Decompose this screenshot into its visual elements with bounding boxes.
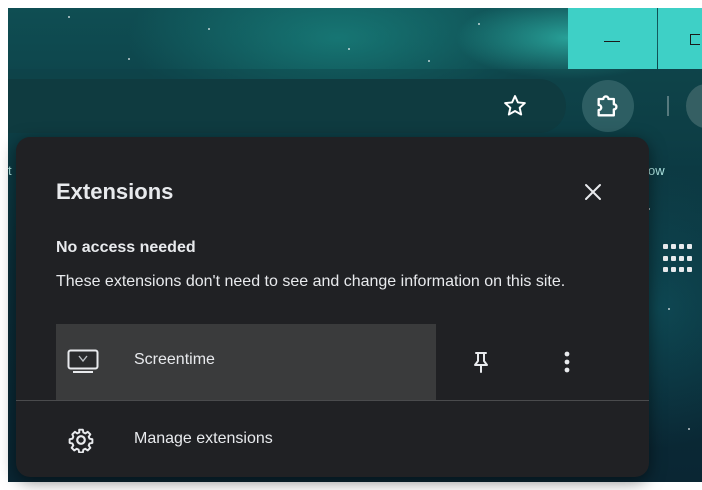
popup-title: Extensions: [56, 179, 174, 204]
bookmark-star-button[interactable]: [500, 91, 530, 121]
restore-button[interactable]: [658, 8, 702, 69]
toolbar-divider: [667, 96, 669, 116]
extension-name: Screentime: [134, 351, 215, 368]
close-button[interactable]: [577, 176, 609, 208]
address-bar[interactable]: [8, 79, 566, 133]
more-vert-icon: [564, 351, 570, 373]
browser-window: ow t Extensions No access needed These e…: [0, 0, 702, 490]
puzzle-piece-icon: [597, 95, 618, 117]
more-options-button[interactable]: [551, 346, 583, 378]
extensions-popup: Extensions No access needed These extens…: [16, 137, 649, 477]
bookmark-item-fragment[interactable]: ow: [648, 163, 665, 178]
star-outline-icon: [504, 95, 526, 116]
manage-extensions-button[interactable]: Manage extensions: [16, 401, 649, 477]
apps-grid-icon[interactable]: [663, 244, 695, 276]
manage-extensions-label: Manage extensions: [134, 430, 273, 447]
pin-icon: [474, 352, 488, 373]
pin-button[interactable]: [465, 346, 497, 378]
bookmark-item-fragment-left[interactable]: t: [8, 163, 12, 178]
extension-row: Screentime: [16, 324, 649, 400]
section-description: These extensions don't need to see and c…: [56, 273, 566, 290]
section-heading: No access needed: [56, 239, 196, 256]
extension-item-screentime[interactable]: [56, 324, 436, 400]
gear-icon: [66, 425, 96, 455]
close-icon: [585, 184, 601, 200]
restore-icon: [690, 34, 700, 45]
monitor-icon: [66, 347, 100, 377]
minimize-button[interactable]: [568, 8, 657, 69]
extensions-button[interactable]: [582, 80, 634, 132]
